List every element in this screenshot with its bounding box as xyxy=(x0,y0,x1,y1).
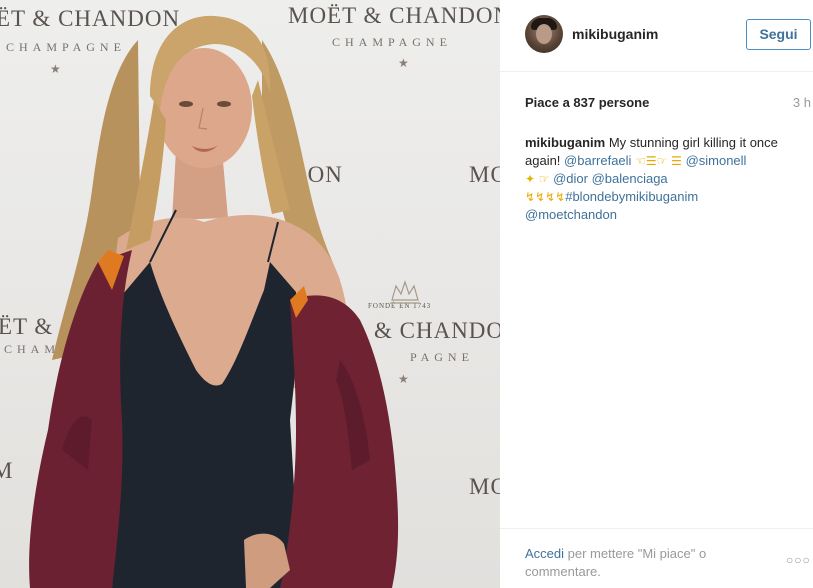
pointing-hand-emoji-icon: ☞ xyxy=(538,172,550,186)
post-page: ËT & CHANDON CHAMPAGNE ★ MOËT & CHANDON … xyxy=(0,0,813,588)
mention-link[interactable]: @moetchandon xyxy=(525,207,617,222)
pointing-hands-emoji-icon: ☜☰☞ ☰ xyxy=(635,154,682,168)
jacket-right xyxy=(280,295,399,588)
follow-button[interactable]: Segui xyxy=(746,19,811,50)
author-username[interactable]: mikibuganim xyxy=(572,26,658,42)
mention-link[interactable]: @simonell xyxy=(686,153,747,168)
login-prompt: Accedi per mettere "Mi piace" o commenta… xyxy=(525,545,755,581)
caption-username[interactable]: mikibuganim xyxy=(525,135,605,150)
post-footer: Accedi per mettere "Mi piace" o commenta… xyxy=(500,528,813,588)
more-options-icon[interactable]: ○○○ xyxy=(786,553,811,567)
login-link[interactable]: Accedi xyxy=(525,546,564,561)
lightning-emoji-icon: ↯↯↯↯ xyxy=(525,190,566,204)
hashtag-link[interactable]: #blondebymikibuganim xyxy=(565,189,698,204)
post-time[interactable]: 3 h xyxy=(793,95,811,110)
avatar[interactable] xyxy=(525,15,563,53)
post-caption: mikibuganim My stunning girl killing it … xyxy=(525,134,813,224)
post-header: mikibuganim Segui xyxy=(500,0,813,72)
mention-link[interactable]: @dior xyxy=(553,171,588,186)
likes-count[interactable]: Piace a 837 persone xyxy=(525,95,649,110)
person-illustration xyxy=(29,15,399,588)
post-photo[interactable]: ËT & CHANDON CHAMPAGNE ★ MOËT & CHANDON … xyxy=(0,0,500,588)
post-details-panel: mikibuganim Segui Piace a 837 persone 3 … xyxy=(500,0,813,588)
likes-row: Piace a 837 persone 3 h xyxy=(525,95,813,113)
mention-link[interactable]: @balenciaga xyxy=(592,171,668,186)
mention-link[interactable]: @barrefaeli xyxy=(564,153,631,168)
sparkle-emoji-icon: ✦ xyxy=(525,172,536,186)
